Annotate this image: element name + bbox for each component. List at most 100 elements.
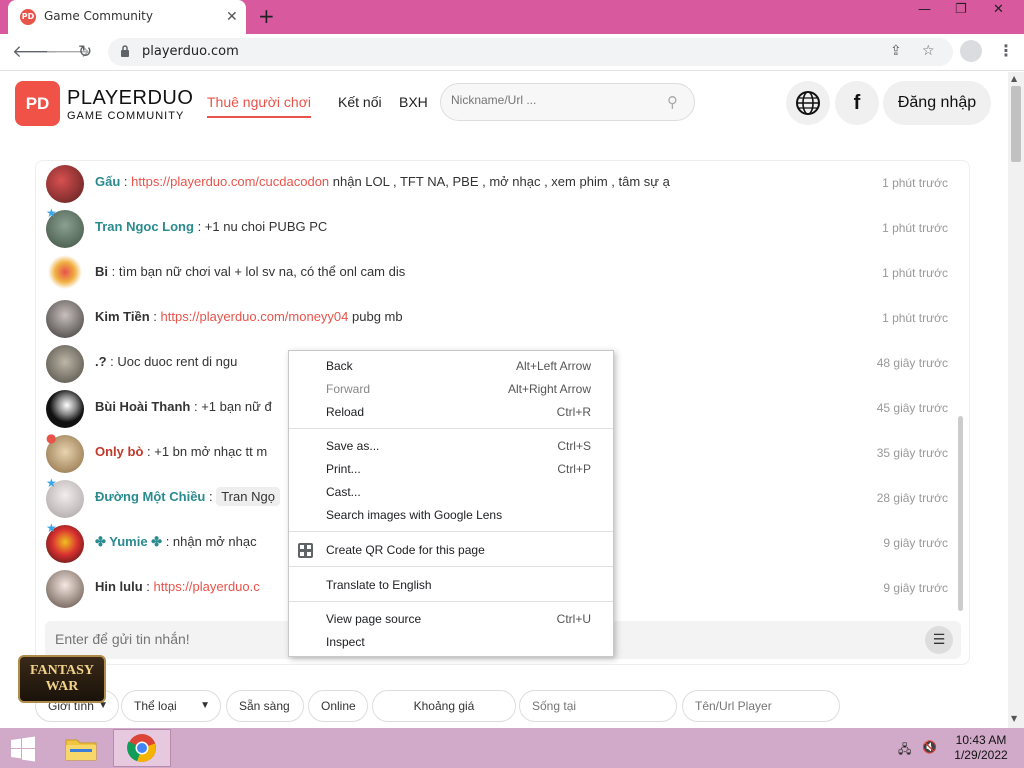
menu-divider [289,428,613,429]
mention-chip[interactable]: Tran Ngọ [216,487,280,506]
context-menu-qr-code[interactable]: Create QR Code for this page [289,539,613,562]
message-time: 9 giây trước [883,536,948,550]
badge-icon: ● [46,431,57,445]
context-menu-reload[interactable]: Reload Ctrl+R [289,401,613,424]
location-filter-input[interactable] [519,690,677,722]
message-time: 1 phút trước [882,266,948,280]
sender-name[interactable]: .? [95,354,107,369]
new-tab-button[interactable]: + [258,6,275,26]
sender-name[interactable]: Bi [95,264,108,279]
online-filter-button[interactable]: Online [308,690,368,722]
menu-divider [289,601,613,602]
login-button[interactable]: Đăng nhập [883,81,991,125]
context-menu-forward[interactable]: Forward Alt+Right Arrow [289,378,613,401]
site-header: PD PLAYERDUO GAME COMMUNITY Thuê người c… [0,72,1008,136]
sender-name[interactable]: Hin lulu [95,579,143,594]
avatar[interactable] [46,345,84,383]
star-badge-icon: ★ [46,476,57,490]
lock-icon [121,45,129,57]
sender-name[interactable]: Tran Ngoc Long [95,219,194,234]
message-time: 45 giây trước [876,401,948,415]
category-filter-select[interactable]: Thể loại ▼ [121,690,221,722]
context-menu-back[interactable]: Back Alt+Left Arrow [289,355,613,378]
window-restore-button[interactable]: ❐ [955,2,967,17]
profile-link[interactable]: https://playerduo.com/cucdacodon [131,174,329,189]
profile-avatar-icon[interactable] [960,40,982,62]
qr-code-icon [298,543,313,558]
message-content: Tran Ngoc Long : +1 nu choi PUBG PC [95,219,328,234]
message-time: 28 giây trước [876,491,948,505]
search-icon[interactable]: ⚲ [667,93,678,111]
message-time: 1 phút trước [882,176,948,190]
sender-name[interactable]: Only bò [95,444,143,459]
site-search-box: ⚲ [440,83,695,121]
tab-title: Game Community [44,9,153,23]
sender-name[interactable]: Gấu [95,174,120,189]
facebook-icon[interactable]: f [835,81,879,125]
context-menu-save-as[interactable]: Save as... Ctrl+S [289,435,613,458]
context-menu-inspect[interactable]: Inspect [289,631,613,654]
profile-link[interactable]: https://playerduo.c [154,579,260,594]
brand-name[interactable]: PLAYERDUO [67,87,193,110]
context-menu-cast[interactable]: Cast... [289,481,613,504]
nav-hire-players[interactable]: Thuê người chơi [207,94,312,118]
message-content: Gấu : https://playerduo.com/cucdacodon n… [95,174,670,189]
network-icon[interactable]: 🖧 [898,740,911,761]
message-content: Only bò : +1 bn mở nhạc tt m [95,444,268,459]
sender-name[interactable]: Đường Một Chiều [95,489,205,504]
tab-close-icon[interactable]: ✕ [226,9,238,25]
window-minimize-button[interactable]: — [918,2,931,17]
browser-toolbar: 🡐 🡒 ↻ playerduo.com ⇪ ☆ ⋮ [0,34,1024,71]
message-time: 1 phút trước [882,311,948,325]
message-time: 1 phút trước [882,221,948,235]
clock-date: 1/29/2022 [954,748,1008,762]
chat-message-row: ★ Tran Ngoc Long : +1 nu choi PUBG PC 1 … [36,206,956,251]
windows-start-icon[interactable] [10,736,36,762]
sender-name[interactable]: ✤ Yumie ✤ [95,534,162,549]
file-explorer-taskbar-button[interactable] [52,729,110,767]
sender-name[interactable]: Kim Tiền [95,309,150,324]
price-range-filter[interactable]: Khoảng giá [372,690,516,722]
chat-menu-icon[interactable]: ☰ [925,626,953,654]
chat-message-row: Gấu : https://playerduo.com/cucdacodon n… [36,161,956,206]
menu-divider [289,566,613,567]
chrome-taskbar-button[interactable] [113,729,171,767]
player-name-filter-input[interactable] [682,690,840,722]
avatar[interactable] [46,570,84,608]
context-menu-view-source[interactable]: View page source Ctrl+U [289,608,613,631]
nickname-search-input[interactable] [451,93,651,107]
context-menu-print[interactable]: Print... Ctrl+P [289,458,613,481]
share-icon[interactable]: ⇪ [890,43,902,59]
context-menu-translate[interactable]: Translate to English [289,574,613,597]
message-time: 9 giây trước [883,581,948,595]
sender-name[interactable]: Bùi Hoài Thanh [95,399,190,414]
nav-connect[interactable]: Kết nối [338,94,382,110]
avatar[interactable] [46,255,84,293]
chat-scrollbar[interactable] [958,416,963,611]
brand-subtitle: GAME COMMUNITY [67,110,185,122]
context-menu-google-lens[interactable]: Search images with Google Lens [289,504,613,527]
taskbar-clock[interactable]: 10:43 AM 1/29/2022 [948,733,1014,763]
window-close-button[interactable]: ✕ [993,2,1004,17]
scroll-up-icon[interactable]: ▲ [1011,74,1017,83]
language-globe-button[interactable] [786,81,830,125]
playerduo-logo[interactable]: PD [15,81,60,126]
volume-muted-icon[interactable]: 🔇 [922,740,937,754]
avatar[interactable] [46,390,84,428]
scroll-down-icon[interactable]: ▼ [1011,714,1017,723]
message-time: 48 giây trước [876,356,948,370]
bookmark-star-icon[interactable]: ☆ [922,43,935,59]
available-filter-button[interactable]: Sẵn sàng [226,690,304,722]
profile-link[interactable]: https://playerduo.com/moneyy04 [161,309,349,324]
page-scrollbar-thumb[interactable] [1011,86,1021,162]
avatar[interactable] [46,165,84,203]
avatar[interactable] [46,300,84,338]
browser-menu-icon[interactable]: ⋮ [998,41,1014,60]
reload-icon[interactable]: ↻ [78,42,92,62]
page-scrollbar[interactable]: ▲ ▼ [1008,72,1024,728]
chevron-down-icon: ▼ [200,700,210,711]
browser-tab[interactable]: PD Game Community ✕ [8,0,246,34]
fantasy-war-ad-badge[interactable]: FANTASY WAR [18,655,106,703]
nav-leaderboard[interactable]: BXH [399,94,428,110]
address-bar[interactable]: playerduo.com ⇪ ☆ [108,38,953,66]
